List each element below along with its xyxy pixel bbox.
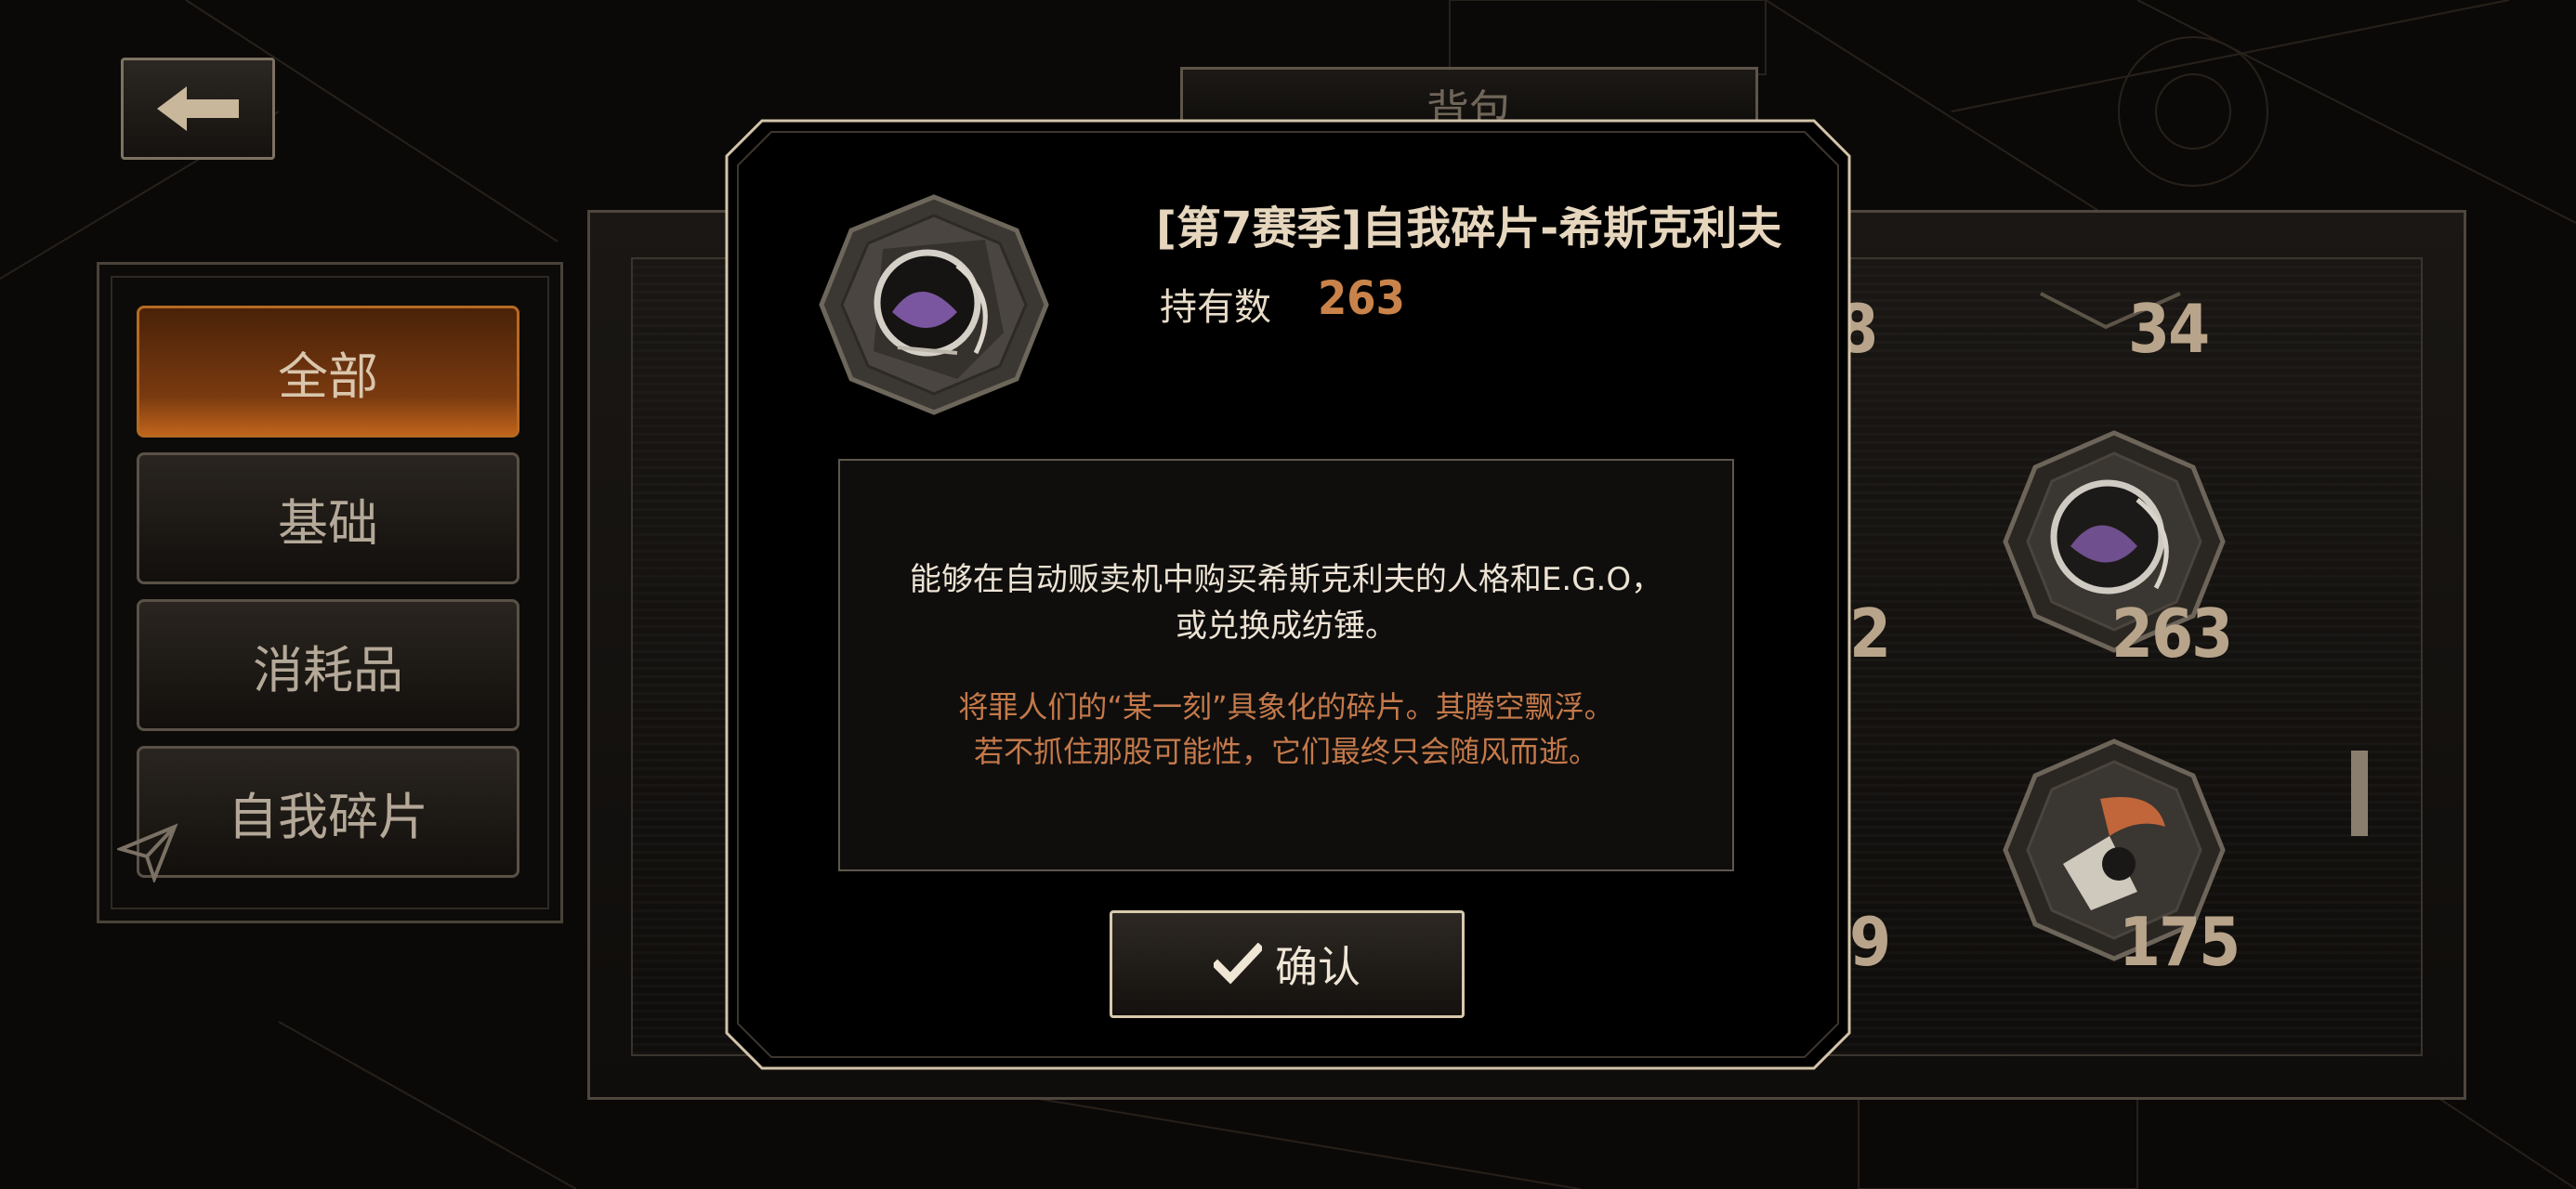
category-all[interactable]: 全部 <box>137 306 519 438</box>
inventory-item-count: 2 <box>1849 594 1891 673</box>
inventory-item-count: 9 <box>1849 903 1891 981</box>
inventory-item-count: 175 <box>2119 903 2241 981</box>
category-basic-label: 基础 <box>278 493 378 553</box>
description-line: 或兑换成纺锤。 <box>1176 608 1397 645</box>
item-flavor-text: 将罪人们的“某一刻”具象化的碎片。其腾空飘浮。 若不抓住那股可能性，它们最终只会… <box>958 685 1613 774</box>
description-line: 能够在自动贩卖机中购买希斯克利夫的人格和E.G.O， <box>909 561 1663 598</box>
inventory-scrollbar[interactable] <box>2351 751 2368 836</box>
owned-count: 263 <box>1318 271 1405 325</box>
category-consumables[interactable]: 消耗品 <box>137 599 519 731</box>
flavor-line: 将罪人们的“某一刻”具象化的碎片。其腾空飘浮。 <box>958 689 1614 725</box>
share-icon[interactable] <box>117 821 178 882</box>
item-detail-dialog: [第7赛季]自我碎片-希斯克利夫 持有数 263 能够在自动贩卖机中购买希斯克利… <box>725 119 1851 1070</box>
check-icon <box>1214 943 1262 985</box>
category-identity-shards-label: 自我碎片 <box>228 787 428 846</box>
item-season-tag: [第7赛季] <box>1156 203 1362 255</box>
back-button[interactable] <box>121 58 275 160</box>
item-description-box: 能够在自动贩卖机中购买希斯克利夫的人格和E.G.O， 或兑换成纺锤。 将罪人们的… <box>838 459 1734 871</box>
back-arrow-icon <box>157 86 239 131</box>
item-title: 自我碎片-希斯克利夫 <box>1361 203 1782 255</box>
heathcliff-shard-icon <box>819 194 1049 415</box>
category-basic[interactable]: 基础 <box>137 452 519 584</box>
item-description: 能够在自动贩卖机中购买希斯克利夫的人格和E.G.O， 或兑换成纺锤。 <box>910 556 1663 649</box>
item-name: [第7赛季]自我碎片-希斯克利夫 <box>1156 191 1825 256</box>
inventory-item-count: 34 <box>2128 290 2210 368</box>
category-all-label: 全部 <box>278 346 378 406</box>
confirm-button[interactable]: 确认 <box>1110 910 1465 1018</box>
category-consumables-label: 消耗品 <box>253 640 403 699</box>
category-identity-shards[interactable]: 自我碎片 <box>137 746 519 878</box>
inventory-item-count: 263 <box>2111 594 2233 673</box>
flavor-line: 若不抓住那股可能性，它们最终只会随风而逝。 <box>973 734 1598 769</box>
owned-label: 持有数 <box>1160 286 1271 329</box>
confirm-label: 确认 <box>1275 942 1360 992</box>
